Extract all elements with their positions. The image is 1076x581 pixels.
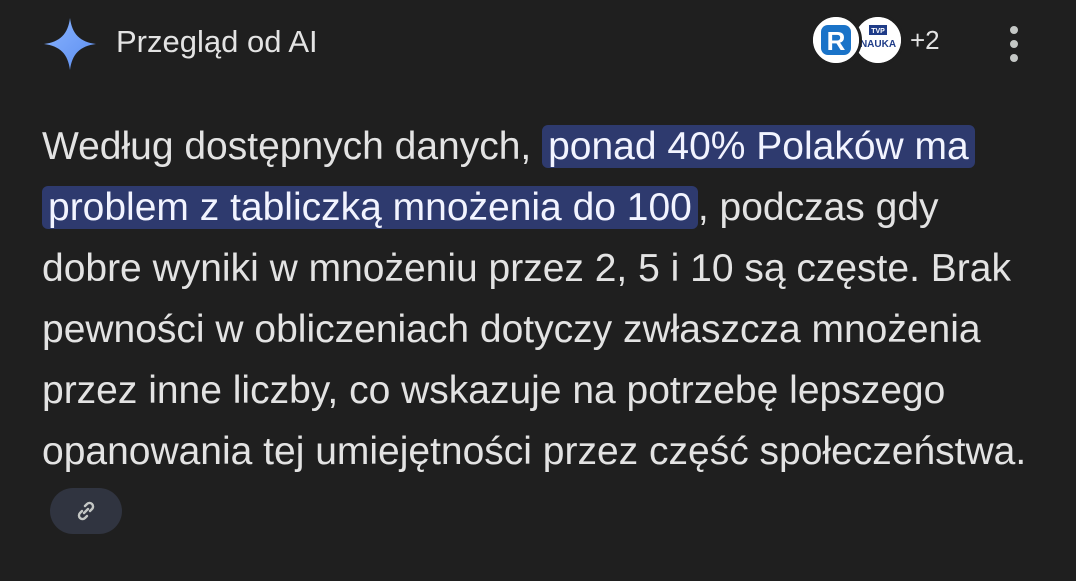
ai-overview-title: Przegląd od AI xyxy=(116,24,318,59)
tvp-logo-bottom-text: NAUKA xyxy=(860,39,896,50)
sources-extra-count: +2 xyxy=(910,25,940,55)
source-link-button[interactable] xyxy=(50,487,122,534)
link-icon xyxy=(77,501,95,520)
r-logo-letter: R xyxy=(827,26,846,56)
more-vertical-icon[interactable] xyxy=(996,22,1032,66)
text-before-highlight: Według dostępnych danych, xyxy=(42,125,543,168)
text-after-highlight: , podczas gdy dobre wyniki w mnożeniu pr… xyxy=(42,186,1027,473)
ai-overview-header: Przegląd od AI R TVP NAUKA +2 xyxy=(0,0,1076,86)
sources-button[interactable]: R TVP NAUKA +2 xyxy=(810,14,970,70)
r-logo-icon: R xyxy=(810,14,862,66)
ai-sparkle-icon xyxy=(44,18,96,70)
tvp-logo-top-text: TVP xyxy=(871,28,885,35)
ai-overview-text: Według dostępnych danych, ponad 40% Pola… xyxy=(42,116,1042,543)
